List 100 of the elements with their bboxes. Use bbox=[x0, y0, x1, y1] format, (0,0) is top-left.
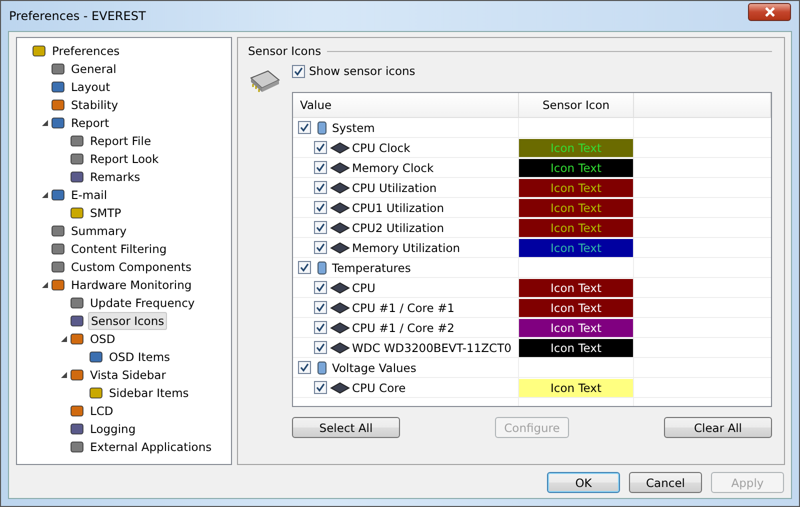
checkbox[interactable] bbox=[314, 341, 327, 354]
item-icon bbox=[88, 385, 104, 401]
tree-item[interactable]: Layout bbox=[69, 79, 112, 95]
tree-item[interactable]: Sidebar Items bbox=[107, 385, 191, 401]
preview-text: Icon Text bbox=[550, 380, 602, 394]
item-icon bbox=[69, 295, 85, 311]
checkbox[interactable] bbox=[314, 281, 327, 294]
tree-item[interactable]: Update Frequency bbox=[88, 295, 197, 311]
item-icon bbox=[69, 439, 85, 455]
item-icon bbox=[69, 331, 85, 347]
expand-icon[interactable] bbox=[42, 282, 48, 288]
chip-icon bbox=[330, 200, 350, 214]
tree-item[interactable]: Content Filtering bbox=[69, 241, 169, 257]
chip-icon bbox=[330, 300, 350, 314]
row-label: CPU #1 / Core #2 bbox=[352, 320, 454, 334]
checkbox[interactable] bbox=[314, 381, 327, 394]
table-button[interactable]: Clear All bbox=[664, 417, 772, 438]
icon-preview[interactable]: Icon Text bbox=[519, 278, 633, 296]
icon-preview[interactable]: Icon Text bbox=[519, 318, 633, 336]
checkbox[interactable] bbox=[314, 201, 327, 214]
checkbox[interactable] bbox=[314, 301, 327, 314]
item-icon bbox=[50, 223, 66, 239]
icon-preview[interactable]: Icon Text bbox=[519, 378, 633, 396]
tree-item[interactable]: General bbox=[69, 61, 118, 77]
row-label: CPU2 Utilization bbox=[352, 220, 444, 234]
row-label: CPU Core bbox=[352, 380, 406, 394]
tree-item[interactable]: Sensor Icons bbox=[88, 312, 168, 330]
checkbox[interactable] bbox=[292, 64, 305, 78]
row-label: Voltage Values bbox=[332, 360, 416, 374]
icon-preview[interactable]: Icon Text bbox=[519, 338, 633, 356]
checkbox[interactable] bbox=[314, 241, 327, 254]
chip-icon bbox=[248, 68, 282, 94]
tree-item[interactable]: Logging bbox=[88, 421, 138, 437]
item-icon bbox=[88, 349, 104, 365]
item-icon bbox=[31, 43, 47, 59]
preview-text: Icon Text bbox=[550, 180, 602, 194]
tree-item[interactable]: Preferences bbox=[50, 43, 122, 59]
table-button[interactable]: Select All bbox=[292, 417, 400, 438]
column-header[interactable]: Value bbox=[293, 93, 519, 117]
column-header[interactable]: Sensor Icon bbox=[519, 93, 634, 117]
section-title: Sensor Icons bbox=[248, 44, 322, 58]
tree-item[interactable]: Report File bbox=[88, 133, 154, 149]
row-label: Memory Clock bbox=[352, 160, 434, 174]
close-icon bbox=[764, 7, 776, 17]
row-label: CPU bbox=[352, 280, 376, 294]
row-label: CPU1 Utilization bbox=[352, 200, 444, 214]
tree-item[interactable]: Stability bbox=[69, 97, 120, 113]
icon-preview[interactable]: Icon Text bbox=[519, 238, 633, 256]
tree-item[interactable]: SMTP bbox=[88, 205, 124, 221]
tree-item[interactable]: Summary bbox=[69, 223, 129, 239]
tree-item[interactable]: Report Look bbox=[88, 151, 161, 167]
tree-item[interactable]: External Applications bbox=[88, 439, 214, 455]
row-label: CPU #1 / Core #1 bbox=[352, 300, 454, 314]
dialog-button[interactable]: OK bbox=[547, 472, 620, 493]
tree-item[interactable]: Custom Components bbox=[69, 259, 194, 275]
tree-item[interactable]: OSD Items bbox=[107, 349, 172, 365]
chip-icon bbox=[330, 340, 350, 354]
tree-item[interactable]: Remarks bbox=[88, 169, 142, 185]
row-label: Memory Utilization bbox=[352, 240, 460, 254]
tree-item[interactable]: Vista Sidebar bbox=[88, 367, 168, 383]
window-title: Preferences - EVEREST bbox=[9, 9, 146, 23]
preview-text: Icon Text bbox=[550, 220, 602, 234]
checkbox[interactable] bbox=[298, 361, 311, 374]
item-icon bbox=[69, 313, 85, 329]
checkbox[interactable] bbox=[314, 181, 327, 194]
row-label: CPU Utilization bbox=[352, 180, 437, 194]
expand-icon[interactable] bbox=[42, 192, 48, 198]
tree-item[interactable]: Hardware Monitoring bbox=[69, 277, 194, 293]
item-icon bbox=[69, 403, 85, 419]
expand-icon[interactable] bbox=[61, 372, 67, 378]
checkbox[interactable] bbox=[298, 261, 311, 274]
row-label: WDC WD3200BEVT-11ZCT0 bbox=[352, 340, 512, 354]
dialog-button[interactable]: Cancel bbox=[629, 472, 702, 493]
checkbox[interactable] bbox=[314, 161, 327, 174]
tree-item[interactable]: OSD bbox=[88, 331, 118, 347]
expand-icon[interactable] bbox=[61, 336, 67, 342]
icon-preview[interactable]: Icon Text bbox=[519, 178, 633, 196]
preview-text: Icon Text bbox=[550, 320, 602, 334]
close-button[interactable] bbox=[748, 3, 791, 21]
tree-item[interactable]: Report bbox=[69, 115, 112, 131]
checkbox[interactable] bbox=[314, 321, 327, 334]
preview-text: Icon Text bbox=[550, 340, 602, 354]
icon-preview[interactable]: Icon Text bbox=[519, 158, 633, 176]
chip-icon bbox=[330, 380, 350, 394]
item-icon bbox=[50, 97, 66, 113]
icon-preview[interactable]: Icon Text bbox=[519, 218, 633, 236]
icon-preview[interactable]: Icon Text bbox=[519, 298, 633, 316]
preview-text: Icon Text bbox=[550, 300, 602, 314]
item-icon bbox=[69, 205, 85, 221]
tree-item[interactable]: E-mail bbox=[69, 187, 110, 203]
checkbox[interactable] bbox=[314, 141, 327, 154]
checkbox[interactable] bbox=[298, 121, 311, 134]
chip-icon bbox=[330, 220, 350, 234]
preview-text: Icon Text bbox=[550, 200, 602, 214]
chip-icon bbox=[330, 240, 350, 254]
expand-icon[interactable] bbox=[42, 120, 48, 126]
icon-preview[interactable]: Icon Text bbox=[519, 198, 633, 216]
tree-item[interactable]: LCD bbox=[88, 403, 116, 419]
checkbox[interactable] bbox=[314, 221, 327, 234]
item-icon bbox=[50, 241, 66, 257]
